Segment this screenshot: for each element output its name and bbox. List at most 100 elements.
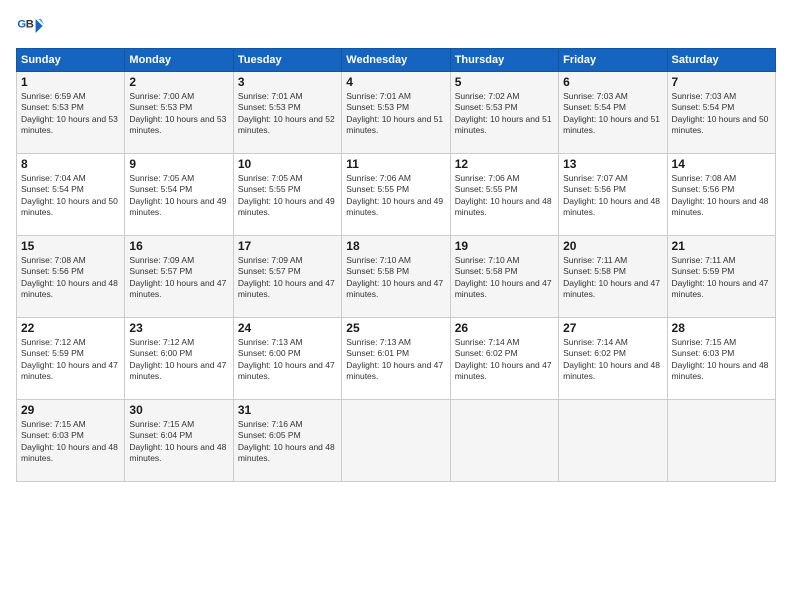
calendar-week-2: 8 Sunrise: 7:04 AM Sunset: 5:54 PM Dayli… bbox=[17, 154, 776, 236]
header: G B bbox=[16, 12, 776, 40]
day-header-monday: Monday bbox=[125, 49, 233, 72]
calendar-cell: 11 Sunrise: 7:06 AM Sunset: 5:55 PM Dayl… bbox=[342, 154, 450, 236]
day-number: 9 bbox=[129, 157, 228, 171]
day-info: Sunrise: 7:16 AM Sunset: 6:05 PM Dayligh… bbox=[238, 419, 337, 465]
calendar-cell: 21 Sunrise: 7:11 AM Sunset: 5:59 PM Dayl… bbox=[667, 236, 775, 318]
day-header-friday: Friday bbox=[559, 49, 667, 72]
day-number: 17 bbox=[238, 239, 337, 253]
calendar-cell: 15 Sunrise: 7:08 AM Sunset: 5:56 PM Dayl… bbox=[17, 236, 125, 318]
day-info: Sunrise: 7:08 AM Sunset: 5:56 PM Dayligh… bbox=[21, 255, 120, 301]
day-number: 14 bbox=[672, 157, 771, 171]
day-number: 2 bbox=[129, 75, 228, 89]
calendar-cell: 2 Sunrise: 7:00 AM Sunset: 5:53 PM Dayli… bbox=[125, 72, 233, 154]
day-number: 23 bbox=[129, 321, 228, 335]
day-number: 5 bbox=[455, 75, 554, 89]
day-info: Sunrise: 7:04 AM Sunset: 5:54 PM Dayligh… bbox=[21, 173, 120, 219]
day-number: 15 bbox=[21, 239, 120, 253]
day-info: Sunrise: 7:02 AM Sunset: 5:53 PM Dayligh… bbox=[455, 91, 554, 137]
day-number: 16 bbox=[129, 239, 228, 253]
calendar-cell: 6 Sunrise: 7:03 AM Sunset: 5:54 PM Dayli… bbox=[559, 72, 667, 154]
calendar-cell: 17 Sunrise: 7:09 AM Sunset: 5:57 PM Dayl… bbox=[233, 236, 341, 318]
day-number: 29 bbox=[21, 403, 120, 417]
calendar-week-5: 29 Sunrise: 7:15 AM Sunset: 6:03 PM Dayl… bbox=[17, 400, 776, 482]
day-number: 20 bbox=[563, 239, 662, 253]
calendar-cell: 28 Sunrise: 7:15 AM Sunset: 6:03 PM Dayl… bbox=[667, 318, 775, 400]
day-info: Sunrise: 7:11 AM Sunset: 5:59 PM Dayligh… bbox=[672, 255, 771, 301]
day-info: Sunrise: 7:15 AM Sunset: 6:03 PM Dayligh… bbox=[21, 419, 120, 465]
day-header-sunday: Sunday bbox=[17, 49, 125, 72]
day-header-thursday: Thursday bbox=[450, 49, 558, 72]
day-info: Sunrise: 7:13 AM Sunset: 6:01 PM Dayligh… bbox=[346, 337, 445, 383]
calendar-cell: 30 Sunrise: 7:15 AM Sunset: 6:04 PM Dayl… bbox=[125, 400, 233, 482]
calendar-cell: 14 Sunrise: 7:08 AM Sunset: 5:56 PM Dayl… bbox=[667, 154, 775, 236]
day-number: 31 bbox=[238, 403, 337, 417]
calendar-cell bbox=[450, 400, 558, 482]
day-info: Sunrise: 7:13 AM Sunset: 6:00 PM Dayligh… bbox=[238, 337, 337, 383]
day-number: 27 bbox=[563, 321, 662, 335]
calendar-cell: 22 Sunrise: 7:12 AM Sunset: 5:59 PM Dayl… bbox=[17, 318, 125, 400]
calendar-cell: 9 Sunrise: 7:05 AM Sunset: 5:54 PM Dayli… bbox=[125, 154, 233, 236]
calendar-cell: 27 Sunrise: 7:14 AM Sunset: 6:02 PM Dayl… bbox=[559, 318, 667, 400]
day-number: 21 bbox=[672, 239, 771, 253]
day-info: Sunrise: 7:05 AM Sunset: 5:54 PM Dayligh… bbox=[129, 173, 228, 219]
day-number: 26 bbox=[455, 321, 554, 335]
day-info: Sunrise: 7:01 AM Sunset: 5:53 PM Dayligh… bbox=[238, 91, 337, 137]
calendar-cell: 7 Sunrise: 7:03 AM Sunset: 5:54 PM Dayli… bbox=[667, 72, 775, 154]
day-info: Sunrise: 7:10 AM Sunset: 5:58 PM Dayligh… bbox=[455, 255, 554, 301]
calendar-cell: 4 Sunrise: 7:01 AM Sunset: 5:53 PM Dayli… bbox=[342, 72, 450, 154]
day-info: Sunrise: 7:12 AM Sunset: 5:59 PM Dayligh… bbox=[21, 337, 120, 383]
calendar-cell: 1 Sunrise: 6:59 AM Sunset: 5:53 PM Dayli… bbox=[17, 72, 125, 154]
day-info: Sunrise: 7:11 AM Sunset: 5:58 PM Dayligh… bbox=[563, 255, 662, 301]
day-number: 3 bbox=[238, 75, 337, 89]
calendar-page: G B SundayMondayTuesdayWednesdayThursday… bbox=[0, 0, 792, 612]
calendar-cell: 10 Sunrise: 7:05 AM Sunset: 5:55 PM Dayl… bbox=[233, 154, 341, 236]
day-info: Sunrise: 7:06 AM Sunset: 5:55 PM Dayligh… bbox=[455, 173, 554, 219]
logo-icon: G B bbox=[16, 12, 44, 40]
day-number: 4 bbox=[346, 75, 445, 89]
calendar-cell: 13 Sunrise: 7:07 AM Sunset: 5:56 PM Dayl… bbox=[559, 154, 667, 236]
day-info: Sunrise: 7:14 AM Sunset: 6:02 PM Dayligh… bbox=[455, 337, 554, 383]
calendar-cell bbox=[559, 400, 667, 482]
day-info: Sunrise: 7:10 AM Sunset: 5:58 PM Dayligh… bbox=[346, 255, 445, 301]
calendar-cell: 24 Sunrise: 7:13 AM Sunset: 6:00 PM Dayl… bbox=[233, 318, 341, 400]
day-info: Sunrise: 7:03 AM Sunset: 5:54 PM Dayligh… bbox=[672, 91, 771, 137]
day-number: 1 bbox=[21, 75, 120, 89]
calendar-cell: 16 Sunrise: 7:09 AM Sunset: 5:57 PM Dayl… bbox=[125, 236, 233, 318]
calendar-cell: 5 Sunrise: 7:02 AM Sunset: 5:53 PM Dayli… bbox=[450, 72, 558, 154]
day-number: 8 bbox=[21, 157, 120, 171]
day-number: 11 bbox=[346, 157, 445, 171]
day-header-tuesday: Tuesday bbox=[233, 49, 341, 72]
day-number: 18 bbox=[346, 239, 445, 253]
day-number: 6 bbox=[563, 75, 662, 89]
calendar-cell: 19 Sunrise: 7:10 AM Sunset: 5:58 PM Dayl… bbox=[450, 236, 558, 318]
calendar-header-row: SundayMondayTuesdayWednesdayThursdayFrid… bbox=[17, 49, 776, 72]
calendar-cell: 3 Sunrise: 7:01 AM Sunset: 5:53 PM Dayli… bbox=[233, 72, 341, 154]
day-info: Sunrise: 7:12 AM Sunset: 6:00 PM Dayligh… bbox=[129, 337, 228, 383]
day-info: Sunrise: 7:07 AM Sunset: 5:56 PM Dayligh… bbox=[563, 173, 662, 219]
calendar-week-1: 1 Sunrise: 6:59 AM Sunset: 5:53 PM Dayli… bbox=[17, 72, 776, 154]
day-info: Sunrise: 7:01 AM Sunset: 5:53 PM Dayligh… bbox=[346, 91, 445, 137]
day-number: 22 bbox=[21, 321, 120, 335]
calendar-table: SundayMondayTuesdayWednesdayThursdayFrid… bbox=[16, 48, 776, 482]
day-number: 13 bbox=[563, 157, 662, 171]
calendar-week-4: 22 Sunrise: 7:12 AM Sunset: 5:59 PM Dayl… bbox=[17, 318, 776, 400]
calendar-cell: 25 Sunrise: 7:13 AM Sunset: 6:01 PM Dayl… bbox=[342, 318, 450, 400]
svg-text:B: B bbox=[26, 18, 34, 30]
day-info: Sunrise: 7:08 AM Sunset: 5:56 PM Dayligh… bbox=[672, 173, 771, 219]
calendar-week-3: 15 Sunrise: 7:08 AM Sunset: 5:56 PM Dayl… bbox=[17, 236, 776, 318]
logo: G B bbox=[16, 12, 48, 40]
calendar-cell: 12 Sunrise: 7:06 AM Sunset: 5:55 PM Dayl… bbox=[450, 154, 558, 236]
day-number: 25 bbox=[346, 321, 445, 335]
day-number: 30 bbox=[129, 403, 228, 417]
calendar-cell: 29 Sunrise: 7:15 AM Sunset: 6:03 PM Dayl… bbox=[17, 400, 125, 482]
calendar-cell bbox=[342, 400, 450, 482]
day-info: Sunrise: 7:05 AM Sunset: 5:55 PM Dayligh… bbox=[238, 173, 337, 219]
day-info: Sunrise: 7:15 AM Sunset: 6:04 PM Dayligh… bbox=[129, 419, 228, 465]
day-number: 10 bbox=[238, 157, 337, 171]
day-header-wednesday: Wednesday bbox=[342, 49, 450, 72]
calendar-cell: 26 Sunrise: 7:14 AM Sunset: 6:02 PM Dayl… bbox=[450, 318, 558, 400]
day-info: Sunrise: 7:09 AM Sunset: 5:57 PM Dayligh… bbox=[238, 255, 337, 301]
day-info: Sunrise: 7:06 AM Sunset: 5:55 PM Dayligh… bbox=[346, 173, 445, 219]
calendar-cell: 8 Sunrise: 7:04 AM Sunset: 5:54 PM Dayli… bbox=[17, 154, 125, 236]
day-info: Sunrise: 7:09 AM Sunset: 5:57 PM Dayligh… bbox=[129, 255, 228, 301]
